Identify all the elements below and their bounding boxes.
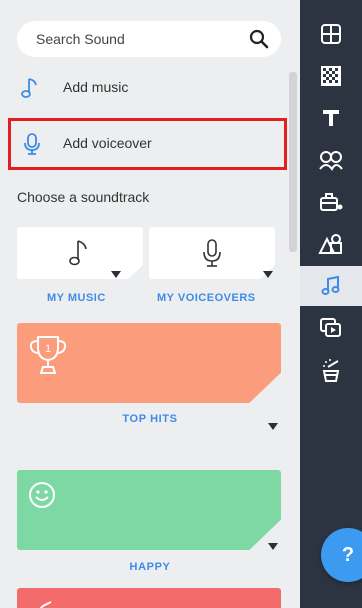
sidebar-item-music[interactable] xyxy=(300,266,362,306)
music-note-icon xyxy=(69,240,87,266)
happy-label: HAPPY xyxy=(129,561,171,573)
layout-icon xyxy=(321,24,341,44)
happy-dropdown-icon[interactable] xyxy=(268,543,278,550)
trophy-icon: 1 xyxy=(29,336,67,374)
sidebar-item-layout[interactable] xyxy=(300,14,362,54)
my-music-tile[interactable] xyxy=(17,227,143,279)
add-voiceover-button[interactable]: Add voiceover xyxy=(8,118,287,170)
my-music-label: MY MUSIC xyxy=(47,292,106,304)
happy-card[interactable] xyxy=(17,470,281,550)
category-icon xyxy=(39,601,52,608)
top-hits-label: TOP HITS xyxy=(122,413,178,425)
search-input[interactable]: Search Sound xyxy=(36,31,125,47)
shapes-icon xyxy=(318,234,342,254)
soundtrack-heading: Choose a soundtrack xyxy=(17,189,150,205)
top-hits-card[interactable]: 1 xyxy=(17,323,281,403)
sidebar-item-text[interactable] xyxy=(300,98,362,138)
characters-icon xyxy=(319,151,343,171)
my-voiceovers-dropdown-icon[interactable] xyxy=(263,271,273,278)
music-note-icon xyxy=(21,78,37,98)
top-hits-dropdown-icon[interactable] xyxy=(268,423,278,430)
search-icon[interactable] xyxy=(249,29,269,49)
sound-panel: Search Sound Add music Add voiceover Cho… xyxy=(0,0,300,608)
sidebar-item-background[interactable] xyxy=(300,56,362,96)
effects-icon xyxy=(322,359,340,382)
help-button[interactable]: ? xyxy=(321,528,362,582)
microphone-icon xyxy=(203,239,221,267)
background-pattern-icon xyxy=(321,66,341,86)
next-category-card[interactable] xyxy=(17,588,281,608)
sidebar-item-characters[interactable] xyxy=(300,140,362,180)
trophy-rank: 1 xyxy=(45,343,51,355)
smiley-icon xyxy=(29,482,55,508)
search-bar[interactable]: Search Sound xyxy=(17,21,281,57)
add-music-label: Add music xyxy=(63,79,129,95)
sidebar-item-shapes[interactable] xyxy=(300,224,362,264)
sidebar-item-video[interactable] xyxy=(300,308,362,348)
video-icon xyxy=(320,318,341,337)
microphone-icon xyxy=(24,133,40,155)
props-icon xyxy=(320,193,343,211)
my-voiceovers-tile[interactable] xyxy=(149,227,275,279)
scrollbar[interactable] xyxy=(289,72,297,252)
text-icon xyxy=(323,110,339,126)
sidebar-item-props[interactable] xyxy=(300,182,362,222)
music-icon xyxy=(321,275,340,295)
sidebar-item-effects[interactable] xyxy=(300,350,362,390)
sidebar: ? xyxy=(300,0,362,608)
my-music-dropdown-icon[interactable] xyxy=(111,271,121,278)
add-music-button[interactable]: Add music xyxy=(0,66,290,110)
my-voiceovers-label: MY VOICEOVERS xyxy=(157,292,256,304)
add-voiceover-label: Add voiceover xyxy=(63,135,152,151)
